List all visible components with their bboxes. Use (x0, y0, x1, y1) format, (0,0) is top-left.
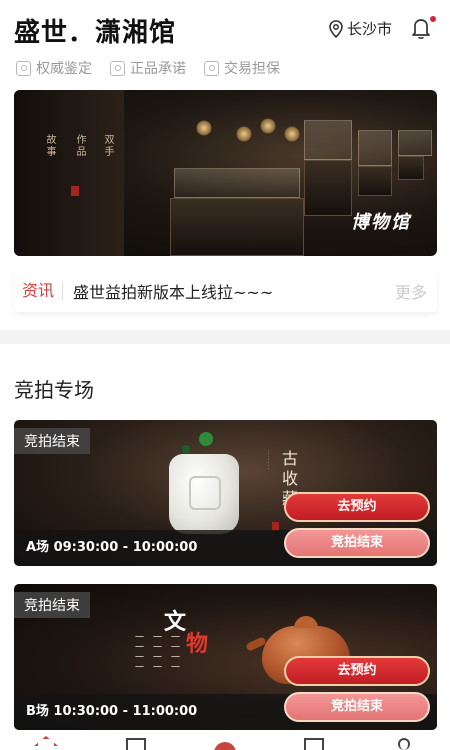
display-case (174, 168, 300, 198)
profile-tab-icon[interactable] (398, 738, 410, 750)
auction-ended-button[interactable]: 竞拍结束 (284, 692, 430, 722)
bottom-tab-bar (0, 734, 450, 750)
app-brand-title: 盛世．潇湘馆 (14, 18, 177, 48)
genuine-icon (110, 60, 125, 76)
banner-artifact (284, 126, 300, 142)
display-stand (304, 160, 352, 216)
auction-tab-icon[interactable] (214, 742, 236, 750)
auction-status-badge: 竞拍结束 (14, 428, 90, 454)
section-divider (0, 330, 450, 344)
display-case (398, 130, 432, 156)
notification-button[interactable] (410, 16, 436, 40)
badge-label: 交易担保 (224, 61, 280, 77)
home-tab-icon[interactable] (34, 736, 58, 749)
city-selector[interactable]: 长沙市 (328, 18, 392, 39)
banner-artifact (236, 126, 252, 142)
card-decor-text: 一一一一 (169, 632, 179, 672)
badge-guarantee: 交易担保 (204, 58, 280, 78)
display-case (304, 120, 352, 160)
auction-status-badge: 竞拍结束 (14, 592, 90, 618)
banner-vertical-text: 作品 (74, 134, 85, 158)
badge-label: 正品承诺 (130, 61, 186, 77)
reserve-button[interactable]: 去预约 (284, 656, 430, 686)
card-fine-print: ······· (264, 450, 271, 471)
category-tab-icon[interactable] (304, 738, 324, 750)
reserve-button[interactable]: 去预约 (284, 492, 430, 522)
certified-icon (16, 60, 31, 76)
location-pin-icon (329, 19, 343, 38)
news-more-link[interactable]: 更多 (395, 279, 437, 303)
display-case (358, 130, 392, 166)
banner-artifact (260, 118, 276, 134)
auction-card[interactable]: 文 物 一一一一 一一一一 一一一一 竞拍结束 B场 10:30:00 - 11… (14, 584, 437, 730)
notification-dot (430, 16, 436, 22)
jade-pendant-image (169, 454, 239, 534)
auction-ended-button[interactable]: 竞拍结束 (284, 528, 430, 558)
display-stand (358, 166, 392, 196)
hero-banner[interactable]: 故事 作品 双手 博物馆 (14, 90, 437, 256)
badge-genuine: 正品承诺 (110, 58, 186, 78)
banner-vertical-text: 双手 (102, 134, 113, 158)
banner-vertical-text: 故事 (44, 134, 55, 158)
news-ticker[interactable]: 资讯 盛世益拍新版本上线拉~~~ 更多 (14, 270, 437, 312)
card-decor-text: 一一一一 (133, 632, 143, 672)
jade-cord (199, 432, 213, 446)
banner-seal (71, 186, 79, 196)
auction-card[interactable]: ······· 古收藏 竞拍结束 A场 09:30:00 - 10:00:00 … (14, 420, 437, 566)
badge-label: 权威鉴定 (36, 61, 92, 77)
display-stand (170, 198, 304, 256)
news-headline[interactable]: 盛世益拍新版本上线拉~~~ (63, 279, 395, 303)
city-label: 长沙市 (346, 20, 392, 38)
trust-badges: 权威鉴定 正品承诺 交易担保 (16, 58, 280, 78)
badge-authority: 权威鉴定 (16, 58, 92, 78)
bell-icon (412, 19, 430, 39)
banner-caption: 博物馆 (351, 212, 411, 233)
auction-section-title: 竞拍专场 (14, 378, 94, 402)
news-tag: 资讯 (14, 282, 64, 300)
display-stand (398, 156, 424, 180)
guarantee-icon (204, 60, 219, 76)
banner-wood-panel (14, 90, 124, 256)
banner-artifact (196, 120, 212, 136)
card-decor-text: 一一一一 (151, 632, 161, 672)
top-bar: 盛世．潇湘馆 长沙市 (0, 0, 450, 56)
orders-tab-icon[interactable] (126, 738, 146, 750)
card-title-char: 物 (186, 631, 209, 657)
